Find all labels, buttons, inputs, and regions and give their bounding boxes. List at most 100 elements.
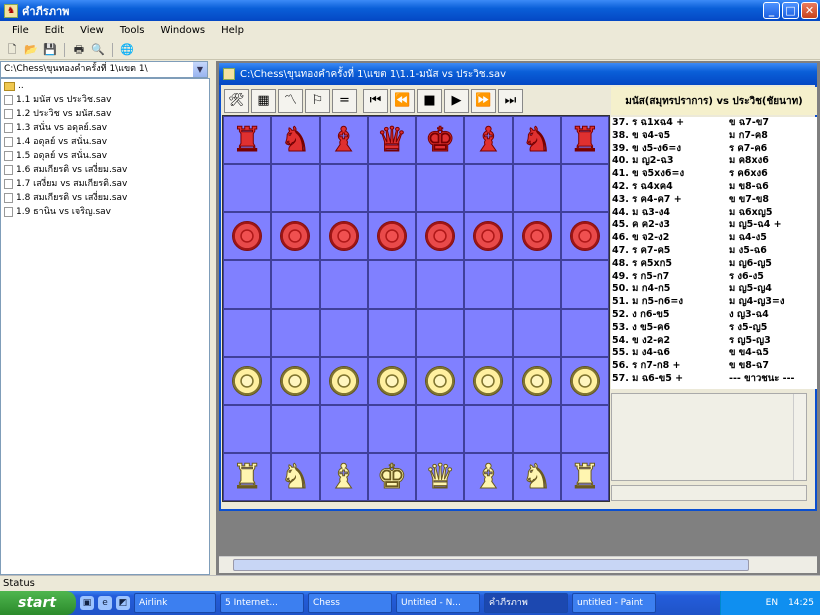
board-square[interactable] [416,164,465,213]
red-pawn-icon[interactable] [464,212,512,260]
close-button[interactable]: ✕ [801,2,818,19]
red-pawn-icon[interactable] [223,212,271,260]
board-square[interactable] [560,164,609,213]
task-paint[interactable]: untitled - Paint [572,593,656,613]
task-chess[interactable]: Chess [308,593,392,613]
minimize-button[interactable]: _ [763,2,780,19]
move-row[interactable]: 53. ง ข5-ค6 ร ง5-ญ5 [611,322,817,335]
chess-board[interactable]: ♜ ♞ ♝ ♛ ♚ ♝ ♞ ♜ ♜ ♞ ♝ ♚ ♛ ♝ ♞ ♜ [222,115,610,502]
board-square[interactable] [319,404,368,453]
play-icon[interactable]: ▶ [444,89,469,113]
board-square[interactable] [512,260,561,309]
last-move-icon[interactable]: ⏭ [498,89,523,113]
file-item[interactable]: 1.3 สนั่น vs อดุลย์.sav [1,121,209,135]
board-square[interactable] [416,404,465,453]
notes-box[interactable] [611,393,807,481]
ie-icon[interactable]: e [98,596,112,610]
yellow-pawn-icon[interactable] [368,357,416,405]
board-square[interactable] [319,164,368,213]
menu-file[interactable]: File [4,25,37,36]
move-row[interactable]: 57. ม ฉ6-ข5 + --- ขาวชนะ --- [611,373,817,386]
file-item[interactable]: 1.8 สมเกียรติ vs เสงี่ยม.sav [1,191,209,205]
board-square[interactable] [560,404,609,453]
yellow-boat-icon[interactable]: ♜ [561,453,609,501]
move-row[interactable]: 54. ข ง2-ค2 ร ญ5-ญ3 [611,335,817,348]
yellow-noble-icon[interactable]: ♝ [320,453,368,501]
red-noble-icon[interactable]: ♝ [464,116,512,164]
open-folder-icon[interactable]: 📂 [23,42,39,58]
maximize-button[interactable]: □ [782,2,799,19]
board-square[interactable] [223,260,272,309]
red-noble-icon[interactable]: ♝ [320,116,368,164]
board-square[interactable] [319,308,368,357]
file-item[interactable]: 1.1 มนัส vs ประวิช.sav [1,93,209,107]
yellow-horse-icon[interactable]: ♞ [513,453,561,501]
yellow-king-icon[interactable]: ♚ [368,453,416,501]
file-item[interactable]: 1.2 ประวิช vs มนัส.sav [1,107,209,121]
file-item[interactable]: 1.6 สมเกียรติ vs เสงี่ยม.sav [1,163,209,177]
file-item[interactable]: 1.7 เสงี่ยม vs สมเกียรติ.sav [1,177,209,191]
chevron-down-icon[interactable]: ▼ [193,62,207,77]
comment-combobox[interactable] [611,485,807,501]
board-square[interactable] [416,260,465,309]
quicklaunch-icon[interactable]: ◩ [116,596,130,610]
move-row[interactable]: 38. ข จ4-จ5 ม ก7-ค8 [611,130,817,143]
menu-windows[interactable]: Windows [152,25,213,36]
board-square[interactable] [367,164,416,213]
red-pawn-icon[interactable] [416,212,464,260]
red-pawn-icon[interactable] [513,212,561,260]
red-king-icon[interactable]: ♚ [416,116,464,164]
file-list[interactable]: .. 1.1 มนัส vs ประวิช.sav 1.2 ประวิช vs มน… [0,78,210,575]
move-row[interactable]: 41. ข จ5xง6=ง ร ค6xง6 [611,168,817,181]
task-notepad[interactable]: Untitled - N... [396,593,480,613]
yellow-pawn-icon[interactable] [464,357,512,405]
graph-icon[interactable]: 〽 [278,89,303,113]
red-boat-icon[interactable]: ♜ [561,116,609,164]
move-row[interactable]: 47. ร ค7-ค5 ม ง5-ฉ6 [611,245,817,258]
quicklaunch-icon[interactable]: ▣ [80,596,94,610]
previous-move-icon[interactable]: ⏪ [390,89,415,113]
move-row[interactable]: 43. ร ค4-ค7 + ข ข7-ข8 [611,194,817,207]
red-pawn-icon[interactable] [320,212,368,260]
move-row[interactable]: 51. ม ก5-ก6=ง ม ญ4-ญ3=ง [611,296,817,309]
print-icon[interactable]: 🖶 [71,42,87,58]
task-internet[interactable]: 5 Internet... [220,593,304,613]
red-pawn-icon[interactable] [561,212,609,260]
next-move-icon[interactable]: ⏩ [471,89,496,113]
globe-icon[interactable]: 🌐 [119,42,135,58]
first-move-icon[interactable]: ⏮ [363,89,388,113]
board-square[interactable] [223,404,272,453]
board-square[interactable] [223,308,272,357]
task-airlink[interactable]: Airlink [134,593,216,613]
board-square[interactable] [512,404,561,453]
task-app[interactable]: คำภีรภาพ [484,593,568,613]
board-square[interactable] [464,164,513,213]
yellow-pawn-icon[interactable] [271,357,319,405]
move-row[interactable]: 49. ร ก5-ก7 ร ง6-ง5 [611,271,817,284]
game-window-title-bar[interactable]: C:\Chess\ขุนทองคำครั้งที่ 1\แขต 1\1.1-มน… [219,63,817,85]
app-title-bar[interactable]: ♞ คำภีรภาพ _ □ ✕ [0,0,820,21]
language-indicator[interactable]: EN [766,598,778,608]
red-horse-icon[interactable]: ♞ [271,116,319,164]
yellow-horse-icon[interactable]: ♞ [271,453,319,501]
board-square[interactable] [319,260,368,309]
print-preview-icon[interactable]: 🔍 [90,42,106,58]
menu-help[interactable]: Help [213,25,252,36]
move-row[interactable]: 50. ม ก4-ก5 ม ญ5-ญ4 [611,283,817,296]
start-button[interactable]: start [0,591,76,615]
move-row[interactable]: 48. ร ค5xก5 ม ญ6-ญ5 [611,258,817,271]
red-horse-icon[interactable]: ♞ [513,116,561,164]
menu-view[interactable]: View [72,25,112,36]
move-row[interactable]: 55. ม ง4-ฉ6 ข ข4-ฉ5 [611,347,817,360]
move-row[interactable]: 46. ข จ2-ง2 ม ฉ4-ง5 [611,232,817,245]
yellow-pawn-icon[interactable] [223,357,271,405]
grid-icon[interactable]: ▦ [251,89,276,113]
stop-icon[interactable]: ■ [417,89,442,113]
move-row[interactable]: 39. ข ง5-ง6=ง ร ค7-ค6 [611,143,817,156]
yellow-pawn-icon[interactable] [416,357,464,405]
board-square[interactable] [223,164,272,213]
move-row[interactable]: 52. ง ก6-ข5 ง ญ3-ฉ4 [611,309,817,322]
board-square[interactable] [416,308,465,357]
yellow-pawn-icon[interactable] [513,357,561,405]
yellow-pawn-icon[interactable] [561,357,609,405]
